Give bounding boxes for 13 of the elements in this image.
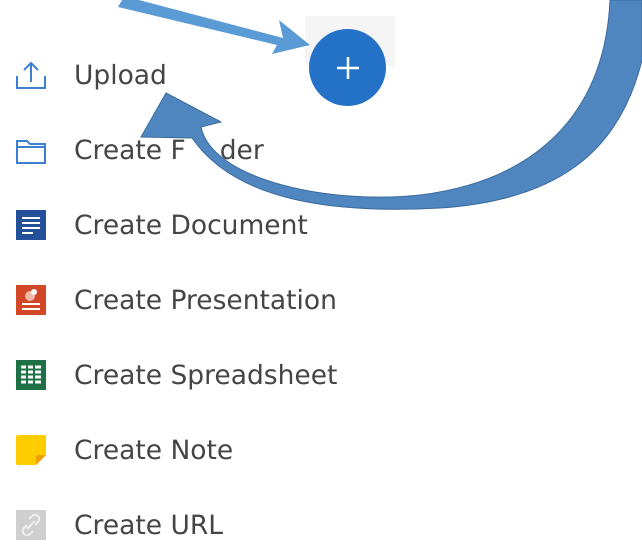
presentation-icon [14,283,48,317]
menu-item[interactable]: Create F [74,134,186,166]
menu-item[interactable]: Upload [74,60,167,90]
menu-item[interactable]: Create Note [74,434,234,466]
note-icon [14,433,48,467]
document-icon [14,208,48,242]
spreadsheet-icon [14,358,48,392]
menu-item[interactable]: Create Document [74,210,308,240]
link-icon [14,508,48,542]
menu-item[interactable]: Create Spreadsheet [74,360,338,390]
menu-item[interactable]: Create URL [74,510,224,540]
menu-item[interactable]: Create Presentation [74,284,337,316]
menu-item-text: der [220,134,264,166]
